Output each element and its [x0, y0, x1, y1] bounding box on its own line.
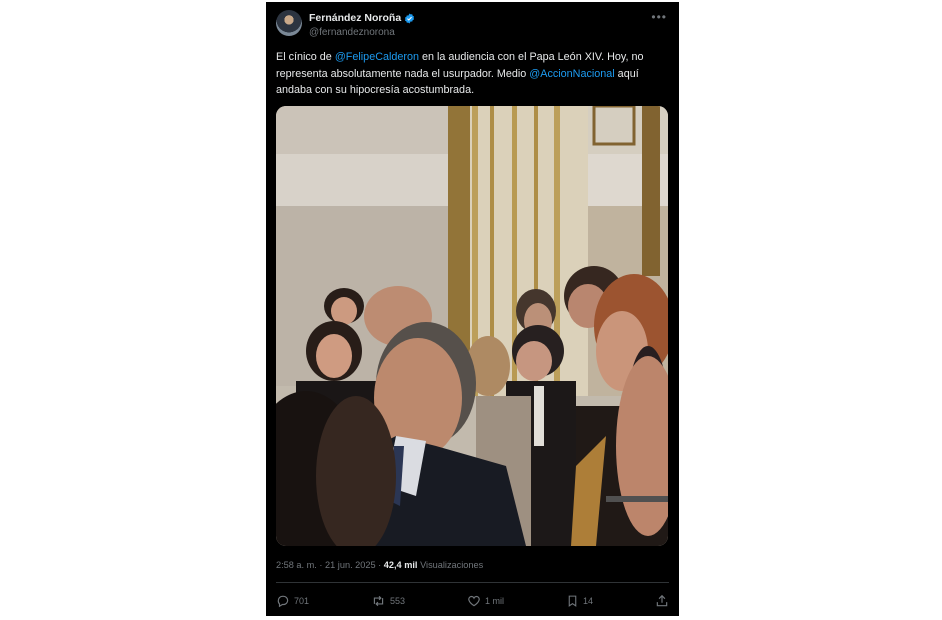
- tweet-card: Fernández Noroña @fernandeznorona ••• El…: [266, 2, 679, 616]
- mention-link[interactable]: @FelipeCalderon: [335, 51, 419, 63]
- repost-icon: [371, 594, 386, 608]
- author-handle[interactable]: @fernandeznorona: [309, 27, 395, 38]
- author-name-row[interactable]: Fernández Noroña: [309, 12, 415, 24]
- like-button[interactable]: 1 mil: [467, 594, 504, 608]
- like-count: 1 mil: [485, 596, 505, 606]
- avatar[interactable]: [276, 10, 302, 36]
- tweet-text: El cínico de @FelipeCalderon en la audie…: [276, 49, 671, 99]
- verified-badge-icon: [404, 12, 415, 24]
- reply-button[interactable]: 701: [276, 594, 309, 608]
- views-count: 42,4 mil: [383, 560, 418, 570]
- action-bar: 701 553 1 mil 14: [276, 591, 669, 611]
- more-options-icon[interactable]: •••: [651, 10, 667, 24]
- divider: [276, 582, 669, 583]
- meta-separator: ·: [375, 560, 384, 570]
- author-name[interactable]: Fernández Noroña: [309, 12, 401, 24]
- reply-icon: [276, 594, 290, 608]
- bookmark-icon: [566, 594, 579, 608]
- repost-count: 553: [390, 596, 406, 606]
- bookmark-button[interactable]: 14: [566, 594, 593, 608]
- like-icon: [467, 594, 481, 608]
- bookmark-count: 14: [582, 596, 593, 606]
- tweet-meta: 2:58 a. m. · 21 jun. 2025 · 42,4 mil Vis…: [276, 560, 483, 570]
- meta-separator: ·: [316, 560, 326, 570]
- share-icon: [655, 594, 669, 608]
- tweet-time[interactable]: 2:58 a. m.: [276, 560, 317, 570]
- repost-button[interactable]: 553: [371, 594, 405, 608]
- tweet-photo[interactable]: [276, 106, 668, 546]
- views-label: Visualizaciones: [420, 560, 484, 570]
- tweet-date[interactable]: 21 jun. 2025: [325, 560, 376, 570]
- reply-count: 701: [294, 596, 310, 606]
- mention-link[interactable]: @AccionNacional: [529, 68, 614, 80]
- share-button[interactable]: [655, 594, 669, 608]
- tweet-text-part: El cínico de: [276, 51, 335, 63]
